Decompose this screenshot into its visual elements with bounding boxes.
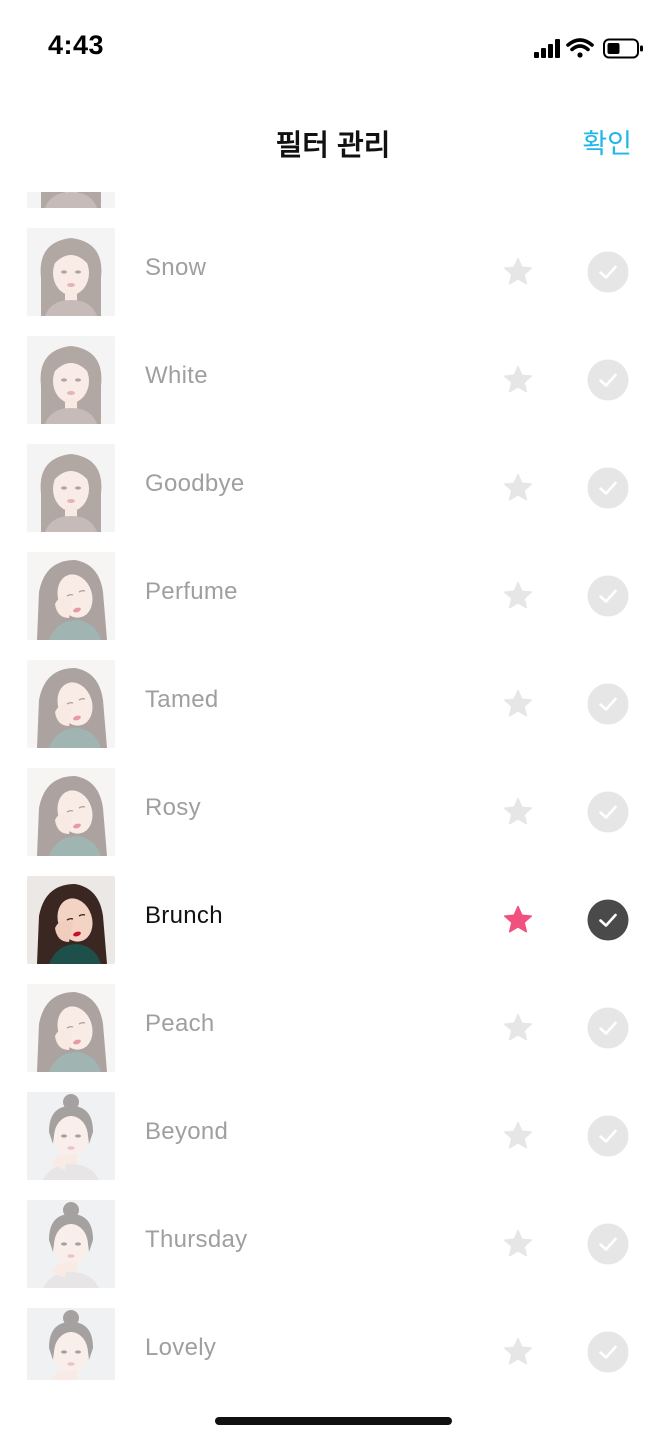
filter-thumbnail — [27, 228, 115, 316]
favorite-star-icon[interactable] — [502, 1120, 534, 1152]
filter-row[interactable]: Snow — [0, 220, 666, 328]
filter-name: Perfume — [145, 578, 238, 605]
favorite-star-icon[interactable] — [502, 364, 534, 396]
filter-name: Goodbye — [145, 470, 245, 497]
filter-row[interactable]: Peach — [0, 976, 666, 1084]
filter-thumbnail — [27, 192, 115, 208]
filter-name: Thursday — [145, 1226, 248, 1253]
status-icons — [526, 36, 646, 62]
filter-row[interactable]: Brunch — [0, 868, 666, 976]
filter-row[interactable]: Lovely — [0, 1300, 666, 1380]
favorite-star-icon[interactable] — [502, 1012, 534, 1044]
confirm-button[interactable]: 확인 — [582, 122, 632, 161]
enable-check-icon[interactable] — [587, 467, 629, 509]
filter-name: Lovely — [145, 1334, 217, 1361]
signal-icon — [534, 39, 560, 58]
enable-check-icon[interactable] — [587, 1115, 629, 1157]
filter-thumbnail — [27, 444, 115, 532]
page-title: 필터 관리 — [275, 130, 391, 162]
favorite-star-icon[interactable] — [502, 256, 534, 288]
filter-row[interactable]: Beyond — [0, 1084, 666, 1192]
enable-check-icon[interactable] — [587, 1331, 629, 1373]
status-bar: 4:43 — [0, 0, 666, 96]
enable-check-icon[interactable] — [587, 251, 629, 293]
filter-thumbnail — [27, 552, 115, 640]
favorite-star-icon[interactable] — [502, 580, 534, 612]
filter-thumbnail — [27, 1308, 115, 1380]
filter-row[interactable]: Tamed — [0, 652, 666, 760]
enable-check-icon[interactable] — [587, 1007, 629, 1049]
filter-name: White — [145, 362, 208, 389]
filter-row[interactable]: Rosy — [0, 760, 666, 868]
filter-row[interactable]: White — [0, 328, 666, 436]
filter-thumbnail — [27, 984, 115, 1072]
filter-row[interactable] — [0, 192, 666, 220]
enable-check-icon[interactable] — [587, 899, 629, 941]
filter-thumbnail — [27, 336, 115, 424]
filter-row[interactable]: Thursday — [0, 1192, 666, 1300]
filter-thumbnail — [27, 660, 115, 748]
enable-check-icon[interactable] — [587, 1223, 629, 1265]
filter-name: Rosy — [145, 794, 201, 821]
filter-row[interactable]: Perfume — [0, 544, 666, 652]
filter-thumbnail — [27, 1200, 115, 1288]
favorite-star-icon[interactable] — [502, 1228, 534, 1260]
filter-name: Peach — [145, 1010, 215, 1037]
filter-thumbnail — [27, 1092, 115, 1180]
enable-check-icon[interactable] — [587, 575, 629, 617]
filter-thumbnail — [27, 876, 115, 964]
battery-icon — [603, 38, 643, 59]
favorite-star-icon[interactable] — [502, 796, 534, 828]
filter-list-viewport[interactable]: Snow White Goodbye Perfume Tamed Rosy Brunch Pe… — [0, 192, 666, 1380]
home-indicator — [215, 1417, 452, 1425]
enable-check-icon[interactable] — [587, 791, 629, 833]
filter-list: Snow White Goodbye Perfume Tamed Rosy Brunch Pe… — [0, 192, 666, 1380]
filter-name: Tamed — [145, 686, 219, 713]
favorite-star-icon[interactable] — [502, 472, 534, 504]
wifi-icon — [566, 38, 594, 58]
favorite-star-icon[interactable] — [502, 1336, 534, 1368]
filter-name: Beyond — [145, 1118, 229, 1145]
filter-thumbnail — [27, 768, 115, 856]
favorite-star-icon[interactable] — [502, 688, 534, 720]
enable-check-icon[interactable] — [587, 359, 629, 401]
filter-row[interactable]: Goodbye — [0, 436, 666, 544]
filter-name: Snow — [145, 254, 207, 281]
navigation-bar: 필터 관리 확인 — [0, 96, 666, 192]
status-time: 4:43 — [48, 30, 105, 60]
favorite-star-icon[interactable] — [502, 904, 534, 936]
filter-name: Brunch — [145, 902, 223, 929]
enable-check-icon[interactable] — [587, 683, 629, 725]
